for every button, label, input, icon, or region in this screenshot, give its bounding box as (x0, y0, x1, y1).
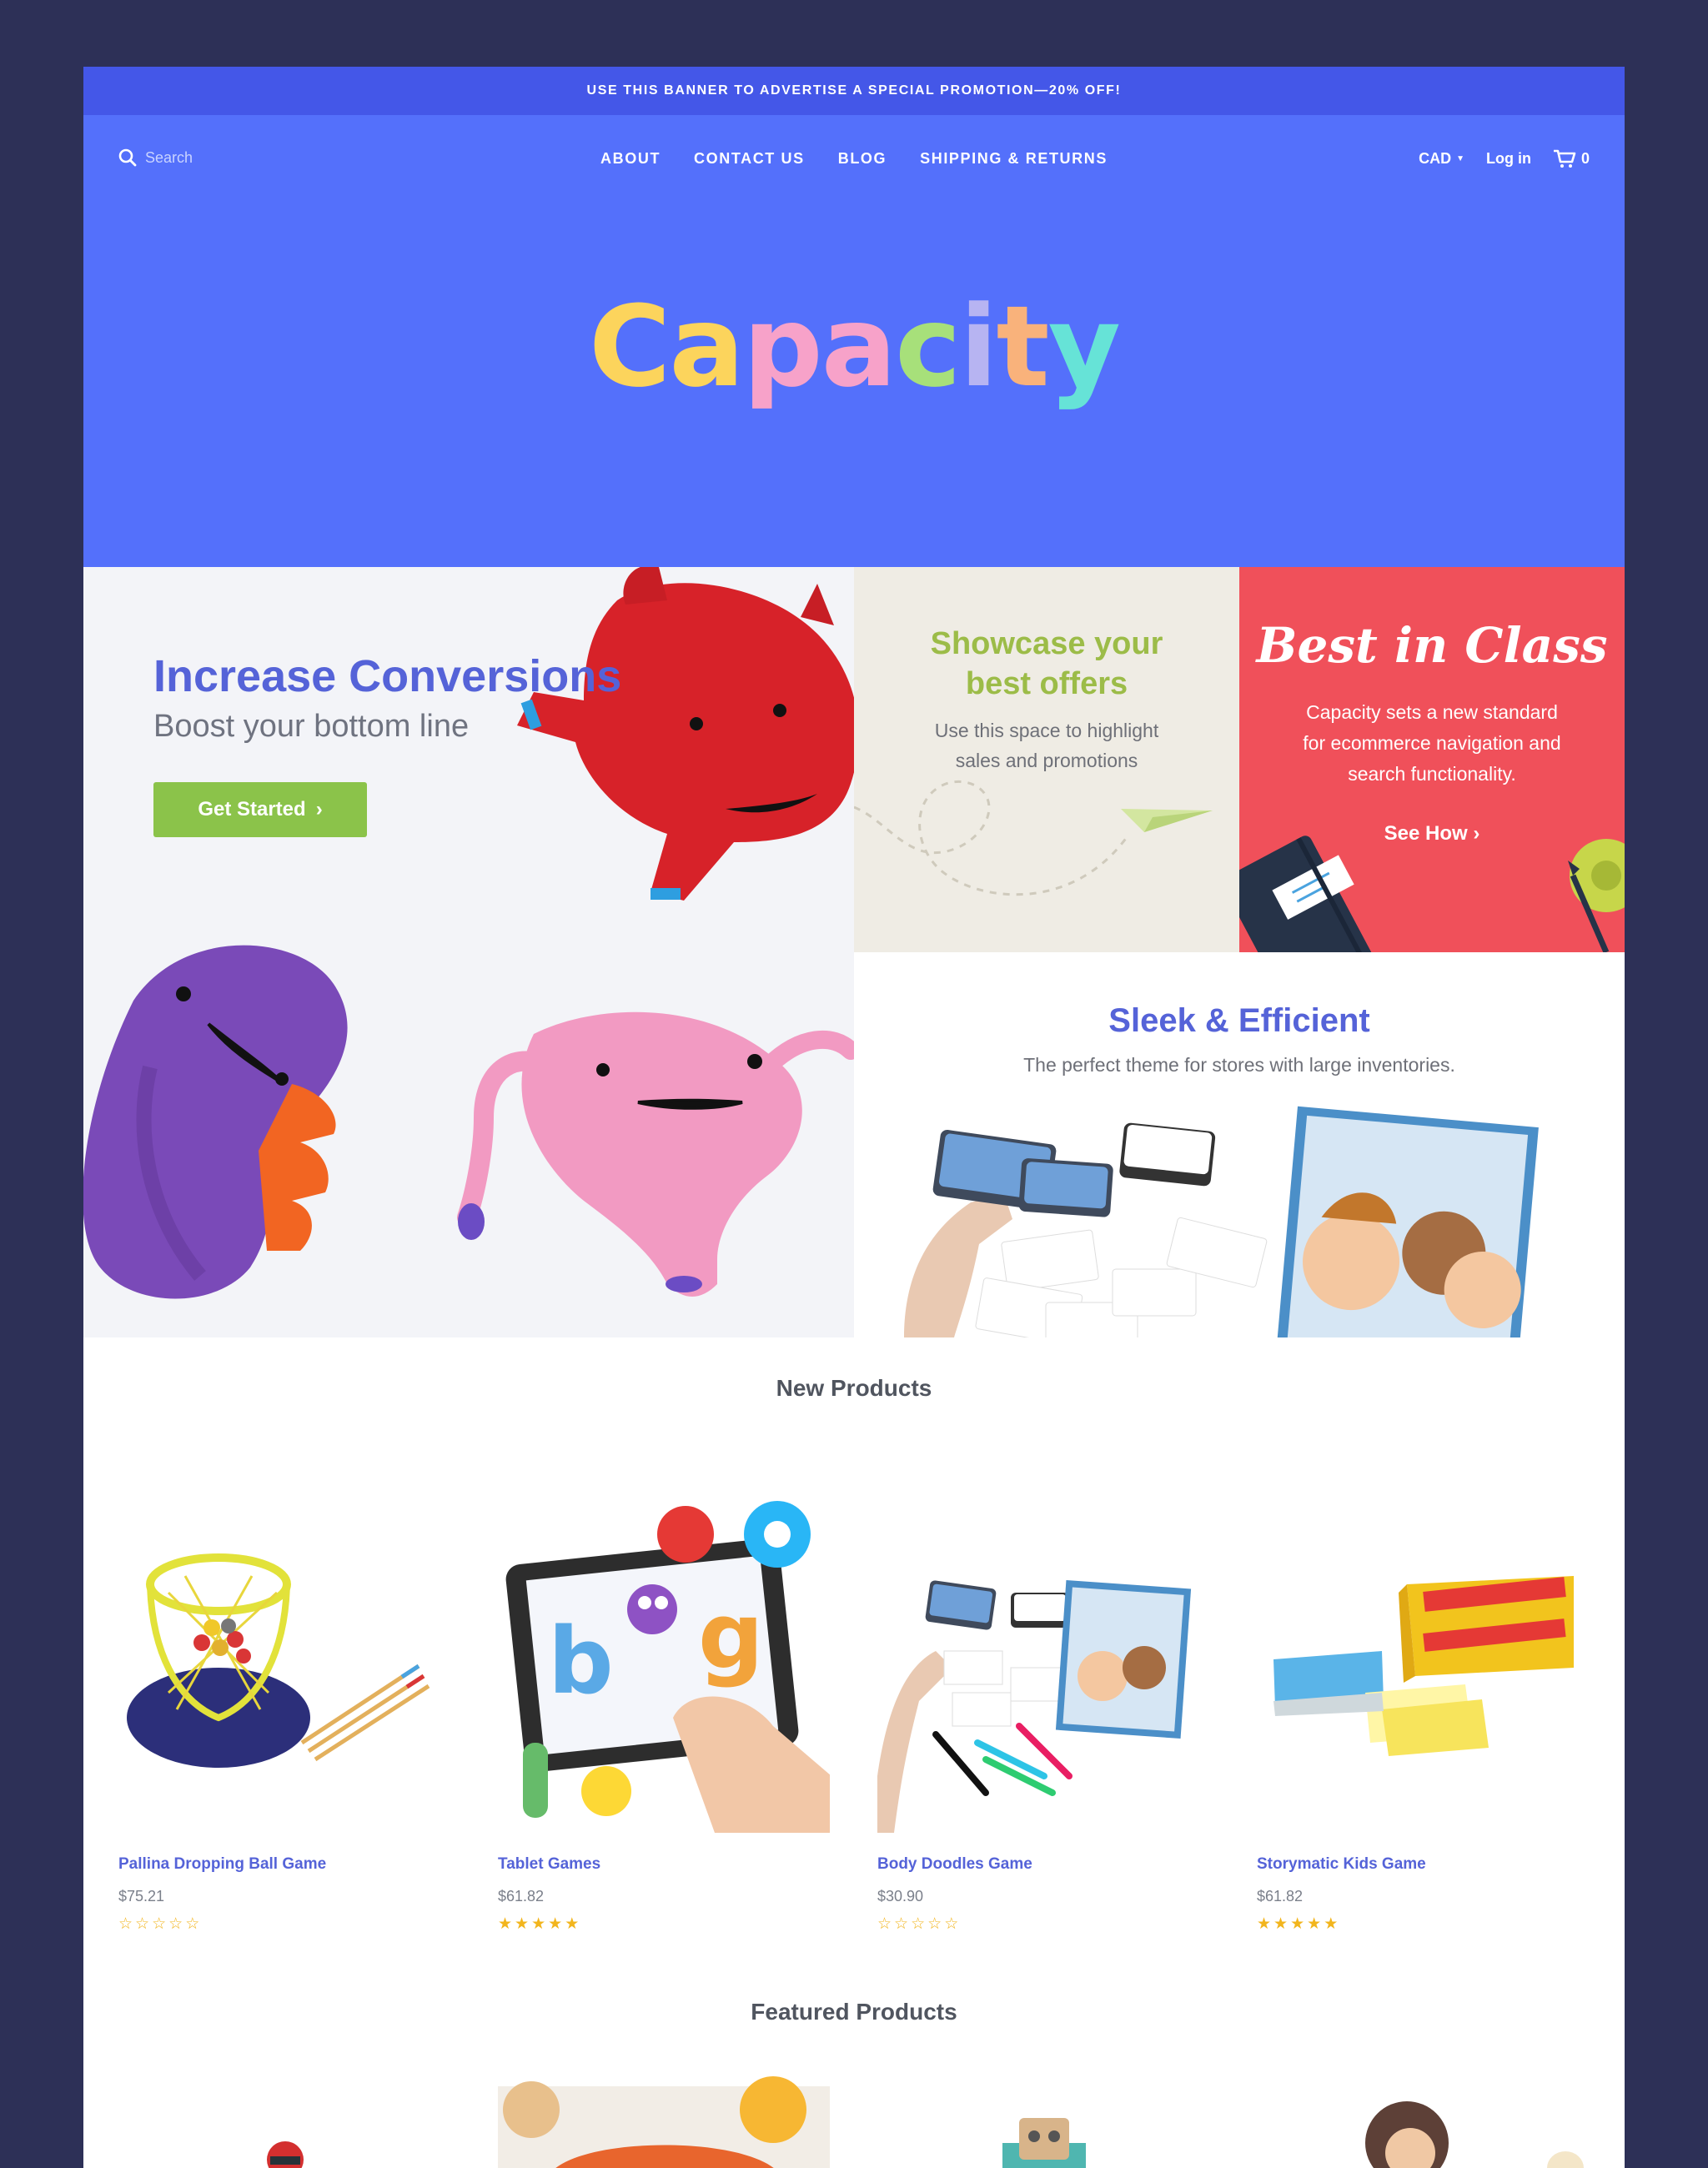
featured-product-image (1365, 2101, 1584, 2168)
star-filled-icon: ★ (1273, 1915, 1289, 1933)
nav-contact-us[interactable]: CONTACT US (694, 150, 805, 168)
star-filled-icon: ★ (548, 1915, 563, 1933)
nav-blog[interactable]: BLOG (838, 150, 887, 168)
best-in-class-text: Capacity sets a new standard for ecommerc… (1281, 697, 1583, 790)
star-filled-icon: ★ (1290, 1915, 1305, 1933)
star-empty-icon: ☆ (944, 1915, 959, 1933)
product-image (127, 1553, 430, 1768)
offers-text-line1: Use this space to highlight (934, 720, 1159, 741)
currency-selector[interactable]: CAD ▼ (1419, 150, 1464, 168)
new-products-title: New Products (776, 1375, 932, 1401)
product-name[interactable]: Body Doodles Game (877, 1855, 1032, 1874)
chevron-down-icon: ▼ (1456, 153, 1464, 163)
best-in-class-title: Best in Class (1256, 617, 1608, 674)
offers-text-line2: sales and promotions (955, 750, 1138, 771)
cart-button[interactable]: 0 (1553, 148, 1590, 168)
star-filled-icon: ★ (1307, 1915, 1322, 1933)
currency-label: CAD (1419, 149, 1452, 167)
star-filled-icon: ★ (515, 1915, 530, 1933)
product-image (1273, 1576, 1574, 1756)
nav-shipping-returns[interactable]: SHIPPING & RETURNS (920, 150, 1108, 168)
site-header: Search ABOUT CONTACT US BLOG SHIPPING & … (83, 115, 1625, 567)
offers-tile[interactable]: Showcase your best offers Use this space … (854, 567, 1239, 952)
sleek-tile[interactable]: Sleek & Efficient The perfect theme for … (854, 952, 1625, 1337)
promo-grid: Increase Conversions Boost your bottom l… (83, 567, 1625, 1337)
logo-letter: i (959, 282, 998, 412)
best-text-line1: Capacity sets a new standard (1306, 701, 1558, 723)
get-started-button[interactable]: Get Started › (153, 782, 367, 837)
product-image: b g (505, 1501, 830, 1833)
logo-letter: c (895, 282, 961, 412)
product-price: $75.21 (118, 1888, 165, 1905)
product-rating: ★ ★ ★ ★ ★ (1257, 1916, 1338, 1932)
logo-letter: y (1047, 282, 1121, 412)
star-filled-icon: ★ (498, 1915, 513, 1933)
main-nav: ABOUT CONTACT US BLOG SHIPPING & RETURNS (83, 150, 1625, 168)
get-started-label: Get Started (198, 798, 306, 821)
login-link[interactable]: Log in (1486, 150, 1531, 168)
cart-icon (1553, 149, 1576, 168)
product-name[interactable]: Pallina Dropping Ball Game (118, 1855, 326, 1874)
star-empty-icon: ☆ (118, 1915, 133, 1933)
featured-product-image (267, 2141, 304, 2168)
product-image (877, 1579, 1192, 1833)
product-name[interactable]: Tablet Games (498, 1855, 600, 1874)
logo-letter: t (996, 282, 1050, 412)
star-empty-icon: ☆ (135, 1915, 150, 1933)
offers-title-line1: Showcase your (930, 626, 1163, 661)
logo-letter: p (742, 282, 823, 412)
hero-tile[interactable]: Increase Conversions Boost your bottom l… (83, 567, 854, 1337)
star-empty-icon: ☆ (911, 1915, 926, 1933)
nav-about[interactable]: ABOUT (600, 150, 661, 168)
product-price: $30.90 (877, 1888, 924, 1905)
best-in-class-tile[interactable]: Best in Class Capacity sets a new standa… (1239, 567, 1625, 952)
star-filled-icon: ★ (565, 1915, 580, 1933)
hero-subtitle: Boost your bottom line (153, 709, 470, 744)
best-text-line2: for ecommerce navigation and (1303, 732, 1561, 754)
product-rating: ☆ ☆ ☆ ☆ ☆ (877, 1916, 958, 1932)
star-empty-icon: ☆ (927, 1915, 942, 1933)
header-tools: CAD ▼ Log in 0 (1419, 148, 1590, 168)
storefront-page: USE THIS BANNER TO ADVERTISE A SPECIAL P… (83, 67, 1625, 2168)
site-logo[interactable]: Capacity (83, 282, 1625, 412)
svg-text:b: b (548, 1608, 614, 1714)
offers-text: Use this space to highlight sales and pro… (904, 715, 1189, 775)
star-empty-icon: ☆ (152, 1915, 167, 1933)
star-empty-icon: ☆ (185, 1915, 200, 1933)
product-price: $61.82 (498, 1888, 545, 1905)
svg-text:g: g (698, 1583, 764, 1689)
star-filled-icon: ★ (531, 1915, 546, 1933)
featured-product-image (1002, 2118, 1086, 2168)
logo-letter: C (589, 282, 671, 412)
offers-title-line2: best offers (965, 666, 1128, 701)
hero-title: Increase Conversions (153, 651, 622, 701)
star-filled-icon: ★ (1257, 1915, 1272, 1933)
see-how-link[interactable]: See How › (1239, 822, 1625, 846)
chevron-right-icon: › (315, 798, 323, 821)
product-rating: ★ ★ ★ ★ ★ (498, 1916, 579, 1932)
featured-products-title: Featured Products (751, 1999, 957, 2025)
logo-letter: a (669, 282, 744, 412)
star-empty-icon: ☆ (877, 1915, 892, 1933)
star-empty-icon: ☆ (894, 1915, 909, 1933)
best-text-line3: search functionality. (1348, 763, 1516, 785)
see-how-label: See How (1384, 822, 1468, 845)
featured-product-image (498, 2076, 830, 2168)
star-filled-icon: ★ (1324, 1915, 1339, 1933)
promo-banner-text: USE THIS BANNER TO ADVERTISE A SPECIAL P… (586, 83, 1122, 98)
promo-banner[interactable]: USE THIS BANNER TO ADVERTISE A SPECIAL P… (83, 67, 1625, 115)
logo-letter: a (821, 282, 897, 412)
star-empty-icon: ☆ (168, 1915, 183, 1933)
cart-count: 0 (1580, 149, 1590, 167)
product-name[interactable]: Storymatic Kids Game (1257, 1855, 1426, 1874)
product-rating: ☆ ☆ ☆ ☆ ☆ (118, 1916, 199, 1932)
chevron-right-icon: › (1473, 822, 1480, 845)
offers-title: Showcase your best offers (854, 624, 1239, 704)
product-price: $61.82 (1257, 1888, 1304, 1905)
body-doodles-image (904, 1106, 1539, 1337)
